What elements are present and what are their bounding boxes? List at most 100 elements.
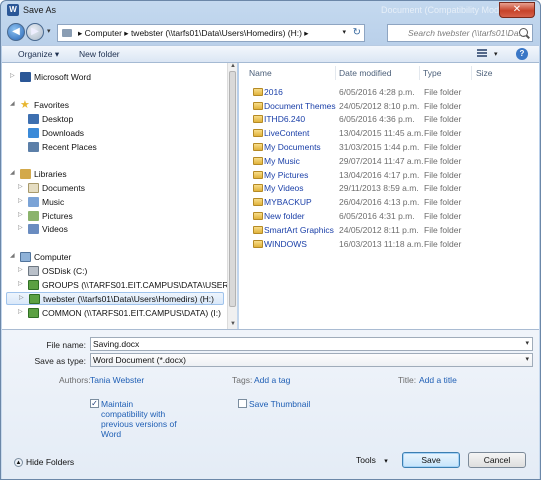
scrollbar-thumb[interactable] — [229, 71, 236, 307]
breadcrumb[interactable]: ▸ Computer ▸ twebster (\\tarfs01\Data\Us… — [78, 28, 309, 39]
file-name-field[interactable]: Saving.docx ▾ — [90, 337, 533, 351]
hide-folders-button[interactable]: ▲ Hide Folders — [14, 457, 74, 468]
nav-item-computer[interactable]: ◢ Computer — [10, 251, 210, 264]
collapse-icon[interactable]: ◢ — [10, 169, 18, 176]
table-row[interactable]: Document Themes 24/05/2012 8:10 p.m. File … — [249, 100, 529, 113]
tags-field[interactable]: Add a tag — [254, 375, 290, 385]
table-row[interactable]: My Videos 29/11/2013 8:59 a.m. File folder — [249, 182, 529, 195]
address-dropdown-icon[interactable]: ▾ — [342, 28, 346, 36]
pictures-icon — [28, 211, 39, 221]
nav-item-desktop[interactable]: Desktop — [18, 113, 208, 126]
expand-icon[interactable]: ▷ — [18, 211, 26, 218]
column-header-date-modified[interactable]: Date modified — [339, 68, 391, 78]
nav-item-pictures[interactable]: ▷ Pictures — [18, 210, 208, 223]
expand-icon[interactable]: ▷ — [18, 280, 26, 287]
folder-name: SmartArt Graphics — [264, 225, 334, 235]
tools-menu[interactable]: Tools ▾ — [356, 455, 388, 465]
expand-icon[interactable]: ▷ — [18, 266, 26, 273]
folder-type: File folder — [424, 225, 462, 235]
organize-button[interactable]: Organize ▾ — [18, 49, 59, 60]
expand-icon[interactable]: ▷ — [18, 224, 26, 231]
folder-date: 29/07/2014 11:47 a.m. — [339, 156, 424, 166]
table-row[interactable]: My Music 29/07/2014 11:47 a.m. File folder — [249, 155, 529, 168]
view-options-dropdown[interactable]: ▾ — [494, 50, 498, 58]
maintain-compatibility-label[interactable]: Maintain compatibility with previous ver… — [101, 399, 181, 439]
save-button[interactable]: Save — [402, 452, 460, 468]
folder-icon — [253, 115, 263, 123]
close-button[interactable]: ✕ — [499, 2, 535, 18]
folder-name: Document Themes — [264, 101, 336, 111]
refresh-icon[interactable]: ↻ — [353, 27, 361, 38]
expand-icon[interactable]: ▷ — [18, 183, 26, 190]
save-thumbnail-label[interactable]: Save Thumbnail — [249, 399, 310, 409]
table-row[interactable]: 2016 6/05/2016 4:28 p.m. File folder — [249, 86, 529, 99]
scroll-up-icon[interactable]: ▲ — [230, 63, 236, 69]
column-header-name[interactable]: Name — [249, 68, 272, 78]
cancel-button[interactable]: Cancel — [468, 452, 526, 468]
nav-item-label: Favorites — [34, 100, 69, 110]
nav-item-favorites[interactable]: ◢ ★ Favorites — [10, 99, 210, 112]
save-as-type-value[interactable]: Word Document (*.docx) — [93, 355, 186, 365]
folder-name: My Music — [264, 156, 300, 166]
tools-label: Tools — [356, 455, 376, 465]
table-row[interactable]: MYBACKUP 26/04/2016 4:13 p.m. File folder — [249, 196, 529, 209]
expand-icon[interactable]: ▷ — [19, 294, 27, 301]
table-row[interactable]: My Pictures 13/04/2016 4:17 p.m. File fold… — [249, 169, 529, 182]
back-button[interactable]: ◀ — [7, 23, 25, 41]
search-box[interactable]: Search twebster (\\tarfs01\Da... — [387, 24, 533, 42]
column-divider[interactable] — [471, 66, 472, 80]
nav-item-downloads[interactable]: Downloads — [18, 127, 208, 140]
expand-icon[interactable]: ▷ — [18, 308, 26, 315]
table-row[interactable]: SmartArt Graphics 24/05/2012 8:11 p.m. Fil… — [249, 224, 529, 237]
file-name-dropdown-icon[interactable]: ▾ — [525, 338, 529, 350]
address-bar[interactable]: ▸ Computer ▸ twebster (\\tarfs01\Data\Us… — [57, 24, 365, 42]
search-input[interactable]: Search twebster (\\tarfs01\Da... — [408, 28, 530, 38]
column-header-type[interactable]: Type — [423, 68, 441, 78]
network-drive-icon — [28, 308, 39, 318]
change-view-icon[interactable] — [477, 49, 489, 59]
nav-item-common-drive[interactable]: ▷ COMMON (\\TARFS01.EIT.CAMPUS\DATA) (I:… — [18, 307, 226, 320]
table-row[interactable]: My Documents 31/03/2015 1:44 p.m. File fol… — [249, 141, 529, 154]
collapse-icon[interactable]: ◢ — [10, 252, 18, 259]
scroll-down-icon[interactable]: ▼ — [230, 321, 236, 327]
folder-date: 13/04/2015 11:45 a.m. — [339, 128, 424, 138]
nav-item-videos[interactable]: ▷ Videos — [18, 223, 208, 236]
save-as-type-select[interactable]: Word Document (*.docx) ▾ — [90, 353, 533, 367]
chevron-down-icon[interactable]: ▾ — [525, 354, 529, 366]
nav-item-groups-drive[interactable]: ▷ GROUPS (\\TARFS01.EIT.CAMPUS\DATA\USER… — [18, 279, 254, 292]
recent-pages-dropdown[interactable]: ▾ — [47, 27, 51, 35]
new-folder-button[interactable]: New folder — [79, 49, 120, 59]
column-divider[interactable] — [335, 66, 336, 80]
title-field[interactable]: Add a title — [419, 375, 457, 385]
nav-item-microsoft-word[interactable]: ▷ Microsoft Word — [10, 71, 210, 84]
table-row[interactable]: ITHD6.240 6/05/2016 4:36 p.m. File folder — [249, 113, 529, 126]
save-thumbnail-checkbox[interactable] — [238, 399, 247, 408]
navigation-pane-scrollbar[interactable]: ▲ ▼ — [227, 63, 237, 329]
table-row[interactable]: LiveContent 13/04/2015 11:45 a.m. File fol… — [249, 127, 529, 140]
chevron-down-icon: ▾ — [384, 458, 388, 465]
forward-button[interactable]: ▶ — [26, 23, 44, 41]
expand-icon[interactable]: ▷ — [10, 72, 18, 79]
table-row[interactable]: New folder 6/05/2016 4:31 p.m. File folder — [249, 210, 529, 223]
nav-item-libraries[interactable]: ◢ Libraries — [10, 168, 210, 181]
maintain-compatibility-checkbox[interactable]: ✓ — [90, 399, 99, 408]
nav-item-label: Recent Places — [42, 142, 97, 152]
help-icon[interactable]: ? — [516, 48, 528, 60]
authors-value[interactable]: Tania Webster — [90, 375, 144, 385]
nav-item-label: Computer — [34, 252, 72, 262]
column-header-size[interactable]: Size — [476, 68, 493, 78]
nav-item-recent-places[interactable]: Recent Places — [18, 141, 208, 154]
nav-item-twebster-drive[interactable]: ▷ twebster (\\tarfs01\Data\Users\Homedir… — [6, 292, 224, 305]
nav-item-documents[interactable]: ▷ Documents — [18, 182, 208, 195]
nav-item-osdisk[interactable]: ▷ OSDisk (C:) — [18, 265, 218, 278]
table-row[interactable]: WINDOWS 16/03/2013 11:18 a.m. File folder — [249, 238, 529, 251]
column-divider[interactable] — [419, 66, 420, 80]
window-title: Save As — [23, 5, 57, 15]
nav-item-label: Pictures — [42, 211, 73, 221]
computer-icon — [62, 29, 72, 37]
file-name-value[interactable]: Saving.docx — [93, 339, 139, 349]
collapse-icon[interactable]: ◢ — [10, 100, 18, 107]
recent-places-icon — [28, 142, 39, 152]
expand-icon[interactable]: ▷ — [18, 197, 26, 204]
nav-item-music[interactable]: ▷ Music — [18, 196, 208, 209]
